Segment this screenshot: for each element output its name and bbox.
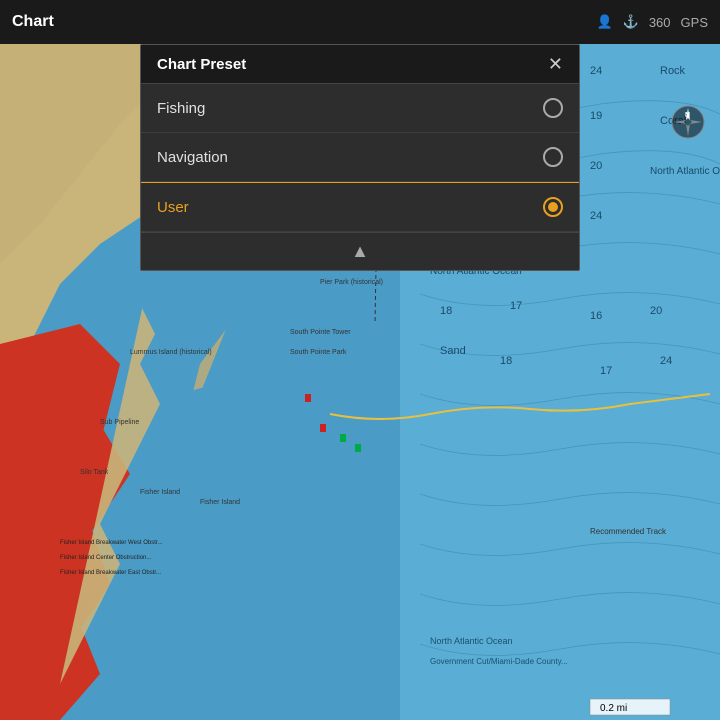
svg-text:17: 17	[600, 365, 612, 377]
fishing-option[interactable]: Fishing	[141, 84, 579, 133]
svg-text:24: 24	[660, 355, 672, 367]
svg-text:Fisher Island Center Obstructi: Fisher Island Center Obstruction...	[60, 555, 152, 561]
top-bar-icons: 👤 ⚓ 360 GPS	[596, 14, 708, 30]
navigation-option[interactable]: Navigation	[141, 133, 579, 182]
top-bar: Chart 👤 ⚓ 360 GPS	[0, 0, 720, 44]
fishing-label: Fishing	[157, 100, 205, 117]
dialog-header: Chart Preset ✕	[141, 45, 579, 84]
svg-text:South Pointe Tower: South Pointe Tower	[290, 329, 351, 336]
svg-text:Government Cut/Miami-Dade Coun: Government Cut/Miami-Dade County...	[430, 657, 568, 666]
svg-text:24: 24	[590, 210, 602, 222]
svg-text:Rock: Rock	[660, 65, 686, 77]
svg-text:Sand: Sand	[440, 345, 466, 357]
svg-text:South Pointe Park: South Pointe Park	[290, 349, 347, 356]
chart-title: Chart	[12, 13, 54, 31]
svg-text:Fisher Island Breakwater West: Fisher Island Breakwater West Obstr...	[60, 540, 163, 546]
svg-text:18: 18	[500, 355, 512, 367]
svg-text:Fisher Island: Fisher Island	[200, 499, 240, 506]
svg-text:Pier Park (historical): Pier Park (historical)	[320, 279, 383, 286]
collapse-chevron[interactable]: ▲	[351, 241, 369, 262]
navigation-label: Navigation	[157, 149, 228, 166]
svg-text:Sub Pipeline: Sub Pipeline	[100, 419, 139, 426]
svg-text:North Atlantic Ocean: North Atlantic Ocean	[430, 636, 513, 646]
dialog-footer: ▲	[141, 232, 579, 270]
svg-text:0.2 mi: 0.2 mi	[600, 703, 627, 714]
svg-text:17: 17	[510, 300, 522, 312]
svg-text:16: 16	[590, 310, 602, 322]
svg-text:Silo Tank: Silo Tank	[80, 469, 109, 476]
svg-text:24: 24	[590, 65, 602, 77]
svg-text:North Atlantic Ocean: North Atlantic Ocean	[650, 166, 720, 177]
svg-text:Recommended Track: Recommended Track	[590, 527, 667, 536]
svg-text:20: 20	[590, 160, 602, 172]
svg-text:Fisher Island: Fisher Island	[140, 489, 180, 496]
svg-text:N: N	[685, 112, 690, 119]
svg-text:20: 20	[650, 305, 662, 317]
svg-text:19: 19	[590, 110, 602, 122]
dialog-title: Chart Preset	[157, 56, 246, 73]
svg-text:Fisher Island Breakwater East: Fisher Island Breakwater East Obstr...	[60, 570, 161, 576]
navigation-radio[interactable]	[543, 147, 563, 167]
wifi-icon: ⚓	[623, 14, 639, 30]
svg-text:18: 18	[440, 305, 452, 317]
person-icon: 👤	[596, 14, 612, 30]
user-label: User	[157, 199, 189, 216]
gps-icon: GPS	[681, 15, 708, 30]
fishing-radio[interactable]	[543, 98, 563, 118]
360-icon: 360	[649, 15, 671, 30]
chart-preset-dialog: Chart Preset ✕ Fishing Navigation User ▲	[140, 44, 580, 271]
user-radio[interactable]	[543, 197, 563, 217]
close-button[interactable]: ✕	[548, 55, 563, 73]
user-option[interactable]: User	[141, 182, 579, 232]
svg-text:Lummus Island (historical): Lummus Island (historical)	[130, 349, 212, 356]
